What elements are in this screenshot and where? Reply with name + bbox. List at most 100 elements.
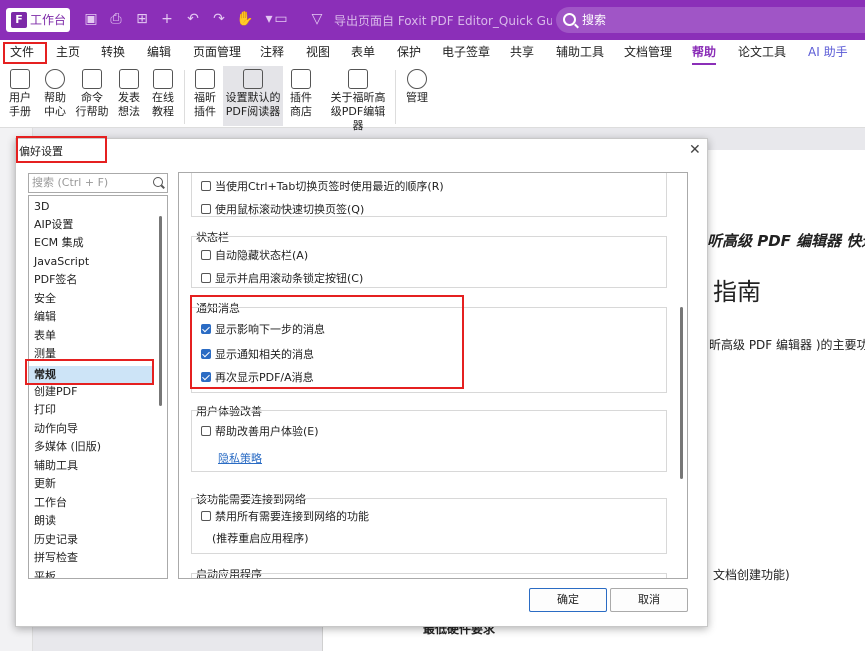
category-item[interactable]: 测量 — [34, 345, 56, 363]
scroll-lock-checkbox[interactable]: 显示并启用滚动条锁定按钮(C) — [201, 273, 363, 285]
privacy-policy-link[interactable]: 隐私策略 — [218, 450, 262, 466]
show-next-step-messages-label: 显示影响下一步的消息 — [215, 323, 325, 336]
menu-ai-assistant[interactable]: AI 助手 — [808, 40, 848, 66]
recent-order-checkbox[interactable]: 当使用Ctrl+Tab切换页签时使用最近的顺序(R) — [201, 181, 444, 193]
help-center-button[interactable]: 帮助 中心 — [40, 66, 70, 126]
menu-form[interactable]: 表单 — [351, 40, 375, 66]
disable-network-features-checkbox[interactable]: 禁用所有需要连接到网络的功能 — [201, 511, 369, 523]
set-default-reader-button[interactable]: 设置默认的 PDF阅读器 — [223, 66, 283, 126]
category-item[interactable]: 更新 — [34, 475, 56, 493]
show-pdfa-messages-checkbox[interactable]: 再次显示PDF/A消息 — [201, 372, 314, 384]
undo-icon[interactable]: ↶ — [184, 10, 202, 28]
plugin-store-button[interactable]: 插件 商店 — [286, 66, 316, 126]
foxit-plugins-label-2: 插件 — [194, 105, 216, 118]
category-item[interactable]: 表单 — [34, 327, 56, 345]
close-icon[interactable]: ✕ — [689, 142, 701, 158]
show-notification-messages-checkbox[interactable]: 显示通知相关的消息 — [201, 349, 314, 361]
category-item[interactable]: 动作向导 — [34, 420, 78, 438]
menu-bar: 文件 主页 转换 编辑 页面管理 注释 视图 表单 保护 电子签章 共享 辅助工… — [0, 40, 865, 66]
online-tutorial-button[interactable]: 在线 教程 — [148, 66, 178, 126]
checkbox-box — [201, 204, 211, 214]
workbench-label: 工作台 — [30, 13, 67, 27]
improve-ux-checkbox[interactable]: 帮助改善用户体验(E) — [201, 426, 319, 438]
category-item[interactable]: 3D — [34, 198, 49, 216]
menu-edit[interactable]: 编辑 — [147, 40, 171, 66]
menu-protect[interactable]: 保护 — [397, 40, 421, 66]
print-icon[interactable]: ⎙ — [107, 10, 125, 28]
dialog-title: 偏好设置 — [19, 145, 63, 158]
category-item[interactable]: 工作台 — [34, 494, 67, 512]
category-scrollbar[interactable] — [159, 216, 162, 406]
category-item[interactable]: PDF签名 — [34, 271, 77, 289]
manage-button[interactable]: 管理 — [402, 66, 432, 126]
menu-e-signature[interactable]: 电子签章 — [442, 40, 490, 66]
category-item[interactable]: 多媒体 (旧版) — [34, 438, 101, 456]
checkbox-box-checked — [201, 324, 211, 334]
about-button[interactable]: 关于福昕高 级PDF编辑器 — [326, 66, 390, 132]
user-manual-button[interactable]: 用户 手册 — [5, 66, 35, 126]
doc-body-2: 文档创建功能) — [713, 568, 790, 582]
category-list: 3D AIP设置 ECM 集成 JavaScript PDF签名 安全 编辑 表… — [28, 195, 168, 579]
foxit-plugins-button[interactable]: 福昕 插件 — [189, 66, 221, 126]
disable-network-features-label: 禁用所有需要连接到网络的功能 — [215, 510, 369, 523]
user-gear-icon — [407, 69, 427, 89]
manage-label: 管理 — [406, 91, 428, 104]
menu-comment[interactable]: 注释 — [260, 40, 284, 66]
open-folder-icon[interactable]: ▭ — [272, 10, 290, 28]
menu-document-management[interactable]: 文档管理 — [624, 40, 672, 66]
feedback-button[interactable]: 发表 想法 — [114, 66, 144, 126]
workbench-button[interactable]: F 工作台 — [6, 8, 70, 32]
category-item[interactable]: ECM 集成 — [34, 234, 84, 252]
menu-page-management[interactable]: 页面管理 — [193, 40, 241, 66]
ok-button[interactable]: 确定 — [529, 588, 607, 612]
category-item[interactable]: JavaScript — [34, 253, 89, 271]
checkbox-box — [201, 511, 211, 521]
menu-share[interactable]: 共享 — [510, 40, 534, 66]
mouse-scroll-tabs-checkbox[interactable]: 使用鼠标滚动快速切换页签(Q) — [201, 204, 364, 216]
lightbulb-icon — [119, 69, 139, 89]
hand-tool-icon[interactable]: ✋ — [236, 10, 254, 28]
command-line-help-button[interactable]: 命令 行帮助 — [74, 66, 110, 126]
redo-icon[interactable]: ↷ — [210, 10, 228, 28]
auto-hide-status-bar-label: 自动隐藏状态栏(A) — [215, 249, 309, 262]
scroll-lock-label: 显示并启用滚动条锁定按钮(C) — [215, 272, 364, 285]
menu-help[interactable]: 帮助 — [692, 40, 717, 66]
show-notification-messages-label: 显示通知相关的消息 — [215, 348, 314, 361]
help-center-label-1: 帮助 — [44, 91, 66, 104]
feedback-label-2: 想法 — [118, 105, 140, 118]
cancel-button[interactable]: 取消 — [610, 588, 688, 612]
plugin-store-label-2: 商店 — [290, 105, 312, 118]
category-item[interactable]: 打印 — [34, 401, 56, 419]
preferences-search-input[interactable]: 搜索 (Ctrl + F) — [28, 173, 168, 193]
category-item[interactable]: 历史记录 — [34, 531, 78, 549]
doc-heading-2: 指南 — [713, 278, 761, 306]
preferences-dialog: 偏好设置 ✕ 搜索 (Ctrl + F) 3D AIP设置 ECM 集成 Jav… — [15, 136, 708, 627]
menu-accessibility[interactable]: 辅助工具 — [556, 40, 604, 66]
show-next-step-messages-checkbox[interactable]: 显示影响下一步的消息 — [201, 324, 325, 336]
category-item-selected[interactable]: 常规 — [34, 366, 56, 384]
set-default-reader-label-2: PDF阅读器 — [225, 105, 281, 118]
title-bar: F 工作台 ▣ ⎙ ⊞ + ↶ ↷ ✋ ▾ ▭ ▽ 导出页面自 Foxit PD… — [0, 0, 865, 40]
category-item[interactable]: 安全 — [34, 290, 56, 308]
category-item[interactable]: 辅助工具 — [34, 457, 78, 475]
menu-home[interactable]: 主页 — [56, 40, 80, 66]
auto-hide-status-bar-checkbox[interactable]: 自动隐藏状态栏(A) — [201, 250, 308, 262]
category-item[interactable]: 编辑 — [34, 308, 56, 326]
menu-convert[interactable]: 转换 — [101, 40, 125, 66]
chevron-down-icon[interactable]: ▽ — [308, 10, 326, 28]
global-search-input[interactable]: 搜索 — [556, 7, 865, 33]
settings-scrollbar[interactable] — [680, 307, 683, 479]
category-item[interactable]: 拼写检查 — [34, 549, 78, 567]
category-item[interactable]: AIP设置 — [34, 216, 73, 234]
new-file-icon[interactable]: ⊞ — [133, 10, 151, 28]
menu-thesis-tools[interactable]: 论文工具 — [738, 40, 786, 66]
settings-panel: 当使用Ctrl+Tab切换页签时使用最近的顺序(R) 使用鼠标滚动快速切换页签(… — [178, 172, 688, 579]
category-item[interactable]: 创建PDF — [34, 383, 77, 401]
category-item[interactable]: 朗读 — [34, 512, 56, 530]
menu-file[interactable]: 文件 — [10, 40, 34, 66]
add-icon[interactable]: + — [158, 10, 176, 28]
category-item[interactable]: 平板 — [34, 568, 56, 578]
save-icon[interactable]: ▣ — [82, 10, 100, 28]
improve-ux-label: 帮助改善用户体验(E) — [215, 425, 319, 438]
menu-view[interactable]: 视图 — [306, 40, 330, 66]
